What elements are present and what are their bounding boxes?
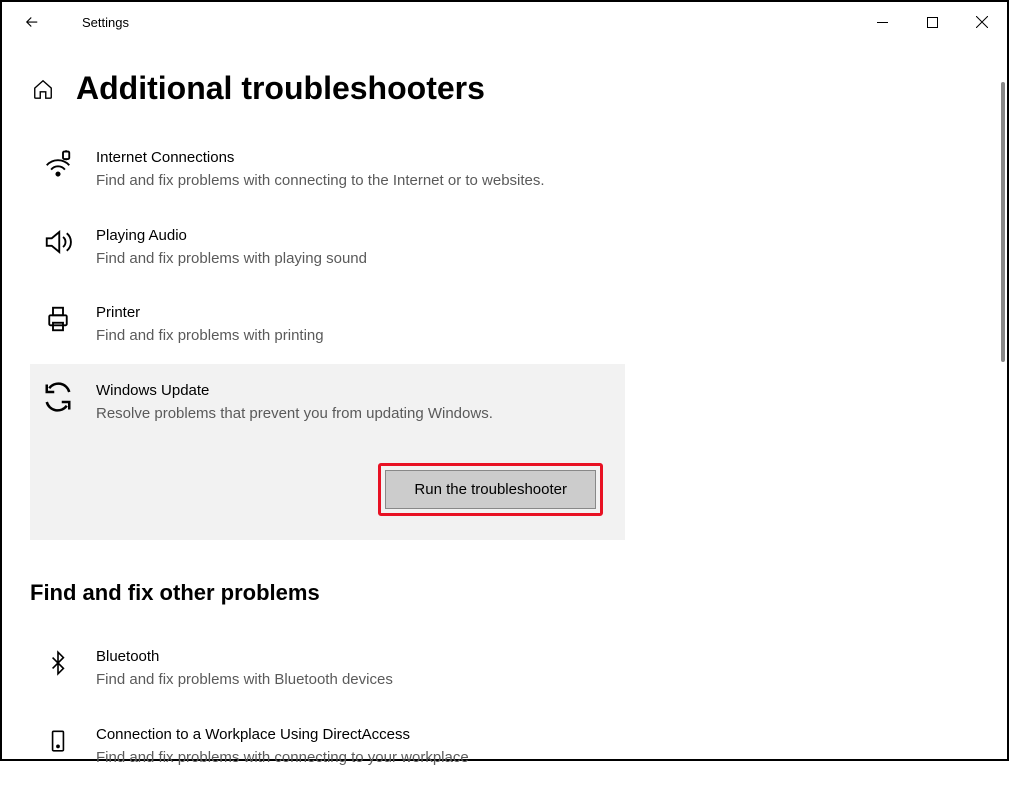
maximize-icon	[927, 17, 938, 28]
troubleshooter-item-bluetooth[interactable]: Bluetooth Find and fix problems with Blu…	[30, 630, 625, 708]
close-icon	[976, 16, 988, 28]
back-arrow-icon	[23, 13, 41, 31]
troubleshooter-title: Windows Update	[96, 380, 613, 401]
troubleshooter-title: Printer	[96, 302, 613, 323]
troubleshooter-desc: Resolve problems that prevent you from u…	[96, 403, 613, 426]
wifi-icon	[38, 147, 78, 193]
troubleshooter-desc: Find and fix problems with Bluetooth dev…	[96, 669, 613, 692]
home-icon	[32, 78, 54, 100]
home-button[interactable]	[30, 78, 56, 100]
refresh-icon	[38, 380, 78, 426]
troubleshooter-title: Connection to a Workplace Using DirectAc…	[96, 724, 613, 745]
window-title: Settings	[82, 15, 129, 30]
troubleshooter-desc: Find and fix problems with connecting to…	[96, 747, 613, 770]
troubleshooter-item-internet[interactable]: Internet Connections Find and fix proble…	[30, 131, 625, 209]
troubleshooter-title: Playing Audio	[96, 225, 613, 246]
maximize-button[interactable]	[907, 2, 957, 42]
troubleshooter-item-printer[interactable]: Printer Find and fix problems with print…	[30, 286, 625, 364]
titlebar: Settings	[2, 2, 1007, 42]
section-heading: Find and fix other problems	[30, 580, 1007, 606]
printer-icon	[38, 302, 78, 348]
minimize-button[interactable]	[857, 2, 907, 42]
troubleshooter-desc: Find and fix problems with playing sound	[96, 248, 613, 271]
troubleshooter-title: Bluetooth	[96, 646, 613, 667]
troubleshooter-item-directaccess[interactable]: Connection to a Workplace Using DirectAc…	[30, 708, 625, 785]
close-button[interactable]	[957, 2, 1007, 42]
device-icon	[38, 724, 78, 770]
page-header: Additional troubleshooters	[30, 70, 1007, 107]
window-controls	[857, 2, 1007, 42]
content-area: Additional troubleshooters Internet Conn…	[2, 70, 1007, 785]
troubleshooter-item-audio[interactable]: Playing Audio Find and fix problems with…	[30, 209, 625, 287]
other-troubleshooter-list: Bluetooth Find and fix problems with Blu…	[30, 630, 625, 785]
speaker-icon	[38, 225, 78, 271]
minimize-icon	[877, 17, 888, 28]
highlight-annotation: Run the troubleshooter	[378, 463, 603, 516]
troubleshooter-list: Internet Connections Find and fix proble…	[30, 131, 625, 540]
troubleshooter-desc: Find and fix problems with connecting to…	[96, 170, 613, 193]
bluetooth-icon	[38, 646, 78, 692]
run-troubleshooter-button[interactable]: Run the troubleshooter	[385, 470, 596, 509]
back-button[interactable]	[12, 2, 52, 42]
troubleshooter-desc: Find and fix problems with printing	[96, 325, 613, 348]
troubleshooter-title: Internet Connections	[96, 147, 613, 168]
scrollbar[interactable]	[1001, 82, 1005, 362]
troubleshooter-item-windows-update[interactable]: Windows Update Resolve problems that pre…	[30, 364, 625, 541]
page-title: Additional troubleshooters	[76, 70, 485, 107]
